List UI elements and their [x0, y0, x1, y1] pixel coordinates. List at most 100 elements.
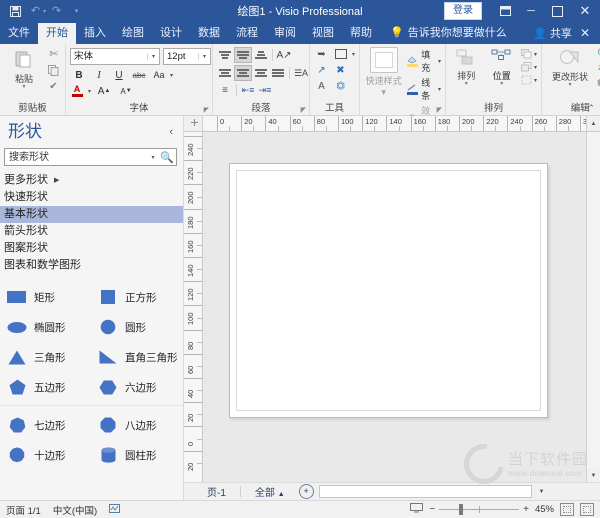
font-size-combo[interactable]: 12pt ▾ — [163, 48, 211, 65]
shape-item-rectangle[interactable]: 矩形 — [0, 282, 91, 312]
underline-button[interactable]: U — [110, 68, 128, 82]
align-left-button[interactable] — [217, 66, 233, 80]
vertical-scrollbar[interactable]: ▼ — [586, 132, 600, 482]
search-shapes-icon[interactable]: 🔍 — [158, 151, 176, 164]
decrease-indent-button[interactable]: ⇤≡ — [240, 83, 256, 97]
change-case-dropdown-icon[interactable]: ▾ — [170, 72, 173, 79]
stencil-item-arrow-shapes[interactable]: 箭头形状 — [0, 223, 183, 240]
zoom-track[interactable] — [439, 504, 520, 515]
arrange-button[interactable]: 排列 ▾ — [450, 47, 482, 87]
position-dropdown-icon[interactable]: ▾ — [500, 81, 503, 87]
stencil-item-quick-shapes[interactable]: 快速形状 — [0, 189, 183, 206]
tab-draw[interactable]: 绘图 — [114, 23, 152, 44]
close-document-icon[interactable]: ✕ — [578, 26, 596, 43]
close-button[interactable]: ✕ — [570, 0, 600, 22]
align-justify-button[interactable] — [270, 66, 286, 80]
add-page-button[interactable]: + — [298, 484, 314, 499]
font-color-dropdown-icon[interactable]: ▾ — [88, 88, 91, 95]
position-button[interactable]: 位置 ▾ — [486, 47, 518, 87]
canvas[interactable] — [203, 132, 586, 482]
tab-data[interactable]: 数据 — [190, 23, 228, 44]
signin-button[interactable]: 登录 — [444, 2, 482, 20]
quick-styles-button[interactable]: 快速样式 ▾ — [364, 47, 403, 98]
rectangle-tool-dropdown-icon[interactable]: ▾ — [352, 51, 355, 58]
connector-tool-icon[interactable]: ↗ — [314, 63, 329, 77]
stencil-item-chart-math-shapes[interactable]: 图表和数学图形 — [0, 257, 183, 274]
horizontal-ruler[interactable]: 0204060801001201401601802002202402602803… — [184, 116, 600, 132]
send-backward-dropdown-icon[interactable]: ▾ — [534, 64, 537, 71]
text-spacing-button[interactable]: ☰A — [293, 66, 309, 80]
macro-record-icon[interactable] — [109, 504, 121, 515]
shape-styles-dialog-launcher[interactable]: ◤ — [437, 106, 442, 114]
horizontal-scrollbar[interactable] — [319, 485, 532, 498]
zoom-level-label[interactable]: 45% — [535, 504, 554, 515]
increase-indent-button[interactable]: ⇥≡ — [257, 83, 273, 97]
stencil-item-more-shapes[interactable]: 更多形状 ▶ — [0, 172, 183, 189]
vertical-ruler[interactable]: 240 220 200 180 160 140 120 100 80 60 40 20 0 20 — [184, 132, 203, 482]
shape-item-heptagon[interactable]: 七边形 — [0, 410, 91, 440]
pointer-tool-icon[interactable]: ➥ — [314, 47, 329, 61]
tab-view[interactable]: 视图 — [304, 23, 342, 44]
collapse-ribbon-button[interactable]: ⌃ — [587, 103, 595, 114]
zoom-thumb[interactable] — [459, 504, 464, 515]
language-label[interactable]: 中文(中国) — [53, 503, 97, 517]
font-name-dropdown-icon[interactable]: ▾ — [147, 53, 159, 60]
full-screen-button[interactable] — [580, 503, 594, 516]
stencil-item-basic-shapes[interactable]: 基本形状 — [0, 206, 183, 223]
tab-help[interactable]: 帮助 — [342, 23, 380, 44]
align-center-button[interactable] — [234, 65, 252, 81]
shape-item-hexagon[interactable]: 六边形 — [91, 372, 182, 402]
font-size-dropdown-icon[interactable]: ▾ — [198, 53, 210, 60]
tab-home[interactable]: 开始 — [38, 23, 76, 44]
tab-process[interactable]: 流程 — [228, 23, 266, 44]
redo-icon[interactable]: ↷ — [47, 2, 66, 20]
fill-button[interactable]: 填充 ▾ — [407, 48, 441, 74]
send-backward-button[interactable]: ▾ — [521, 62, 537, 72]
shape-item-decagon[interactable]: 十边形 — [0, 440, 91, 470]
text-tool-icon[interactable]: A — [314, 79, 329, 93]
maximize-button[interactable] — [544, 0, 570, 22]
scroll-up-button[interactable]: ▲ — [586, 116, 600, 131]
zoom-slider[interactable]: − + — [429, 504, 529, 515]
shape-item-square[interactable]: 正方形 — [91, 282, 182, 312]
paragraph-dialog-launcher[interactable]: ◤ — [301, 106, 306, 114]
shape-item-ellipse[interactable]: 椭圆形 — [0, 312, 91, 342]
ribbon-display-options-icon[interactable] — [492, 0, 518, 22]
italic-button[interactable]: I — [90, 68, 108, 82]
ruler-corner[interactable] — [184, 116, 203, 131]
stencil-item-pattern-shapes[interactable]: 图案形状 — [0, 240, 183, 257]
align-right-button[interactable] — [253, 66, 269, 80]
collapse-panel-icon[interactable]: ‹ — [169, 126, 177, 138]
bring-forward-dropdown-icon[interactable]: ▾ — [534, 51, 537, 58]
shape-item-triangle[interactable]: 三角形 — [0, 342, 91, 372]
line-button[interactable]: 线条 ▾ — [407, 76, 441, 102]
font-color-button[interactable]: A — [70, 85, 84, 97]
undo-dropdown-icon[interactable]: ▾ — [43, 8, 46, 15]
shrink-font-button[interactable]: A ▼ — [117, 84, 135, 98]
shape-item-cylinder[interactable]: 圆柱形 — [91, 440, 182, 470]
shape-item-octagon[interactable]: 八边形 — [91, 410, 182, 440]
paste-dropdown-icon[interactable]: ▾ — [22, 84, 25, 90]
copy-icon[interactable] — [46, 63, 61, 77]
change-shape-button[interactable]: 更改形状 ▾ — [546, 47, 594, 88]
change-shape-dropdown-icon[interactable]: ▾ — [569, 82, 572, 88]
align-bottom-button[interactable] — [253, 48, 269, 62]
tab-review[interactable]: 审阅 — [266, 23, 304, 44]
align-middle-button[interactable] — [234, 47, 252, 63]
tab-design[interactable]: 设计 — [152, 23, 190, 44]
customize-qat-icon[interactable]: ▾ — [67, 2, 86, 20]
scroll-down-button[interactable]: ▼ — [587, 469, 600, 482]
shape-search-dropdown-icon[interactable]: ▾ — [148, 154, 158, 161]
strikethrough-button[interactable]: abc — [130, 68, 148, 82]
change-case-button[interactable]: Aa — [150, 68, 168, 82]
text-direction-button[interactable]: A↗ — [276, 48, 292, 62]
fill-dropdown-icon[interactable]: ▾ — [438, 58, 441, 65]
page-tab-1[interactable]: 页-1 — [202, 483, 231, 500]
line-dropdown-icon[interactable]: ▾ — [438, 86, 441, 93]
share-button[interactable]: 👤 共享 — [533, 25, 572, 44]
bullet-list-button[interactable]: ≡ — [217, 83, 233, 97]
minimize-button[interactable]: ─ — [518, 0, 544, 22]
font-dialog-launcher[interactable]: ◤ — [204, 106, 209, 114]
scroll-right-button[interactable]: ▼ — [535, 485, 548, 498]
paste-button[interactable]: 粘贴 ▾ — [4, 47, 44, 90]
